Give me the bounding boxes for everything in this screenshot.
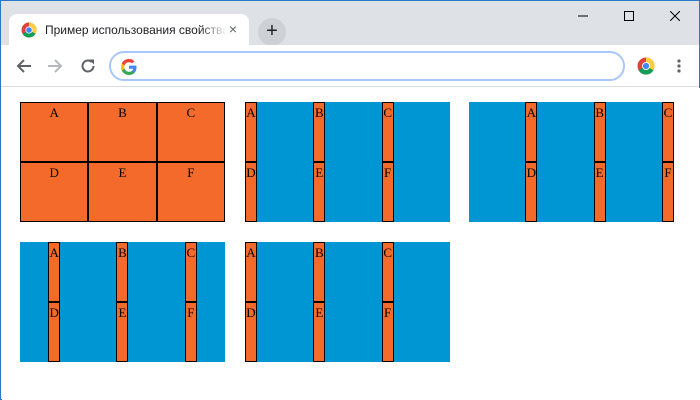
grid-item-f: F bbox=[662, 162, 674, 222]
browser-toolbar bbox=[1, 45, 699, 87]
grid-item-a: A bbox=[245, 102, 257, 162]
page-content: A B C D E F A B C D E F A B C D E F A B … bbox=[2, 88, 700, 400]
grid-item-f: F bbox=[184, 302, 197, 362]
grid-item-b: B bbox=[593, 102, 606, 162]
back-button[interactable] bbox=[12, 54, 36, 78]
grid-item-e: E bbox=[88, 162, 157, 222]
chrome-favicon-icon bbox=[21, 21, 37, 38]
grid-item-c: C bbox=[381, 242, 394, 302]
grid-item-a: A bbox=[20, 102, 89, 162]
grid-item-a: A bbox=[245, 242, 257, 302]
grid-item-e: E bbox=[313, 302, 326, 362]
grid-container-start: A B C D E F bbox=[245, 102, 450, 222]
grid-item-e: E bbox=[313, 162, 326, 222]
grid-item-c: C bbox=[381, 102, 394, 162]
grid-item-f: F bbox=[381, 302, 394, 362]
grid-container-end: A B C D E F bbox=[469, 102, 674, 222]
close-icon bbox=[670, 11, 680, 21]
grid-item-f: F bbox=[156, 162, 225, 222]
grid-container-center: A B C D E F bbox=[20, 242, 225, 362]
browser-window: Пример использования свойства justify-se… bbox=[0, 0, 700, 400]
chrome-extension-icon[interactable] bbox=[637, 57, 655, 75]
forward-button[interactable] bbox=[43, 54, 67, 78]
grid-item-d: D bbox=[245, 162, 257, 222]
grid-item-b: B bbox=[313, 242, 326, 302]
grid-item-b: B bbox=[116, 242, 129, 302]
grid-item-d: D bbox=[20, 162, 89, 222]
address-input[interactable] bbox=[145, 57, 615, 75]
minimize-icon bbox=[578, 15, 588, 17]
grid-item-e: E bbox=[116, 302, 129, 362]
grid-item-b: B bbox=[313, 102, 326, 162]
grid-item-e: E bbox=[593, 162, 606, 222]
grid-item-d: D bbox=[245, 302, 257, 362]
reload-icon bbox=[81, 59, 95, 73]
new-tab-button[interactable]: + bbox=[258, 18, 286, 46]
tab-title: Пример использования свойства justify-se… bbox=[45, 22, 227, 37]
tab-close-icon[interactable]: × bbox=[226, 22, 240, 36]
more-vert-icon bbox=[677, 59, 681, 73]
grid-item-a: A bbox=[48, 242, 61, 302]
grid-item-d: D bbox=[525, 162, 538, 222]
menu-button[interactable] bbox=[669, 56, 689, 76]
grid-item-c: C bbox=[184, 242, 197, 302]
address-bar[interactable] bbox=[109, 51, 625, 81]
grid-container-left: A B C D E F bbox=[245, 242, 450, 362]
maximize-icon bbox=[624, 11, 634, 21]
browser-tab[interactable]: Пример использования свойства justify-se… bbox=[9, 14, 249, 45]
arrow-right-icon bbox=[48, 59, 63, 73]
minimize-button[interactable] bbox=[560, 1, 606, 31]
grid-item-a: A bbox=[525, 102, 538, 162]
grid-item-b: B bbox=[88, 102, 157, 162]
arrow-left-icon bbox=[16, 59, 31, 73]
close-window-button[interactable] bbox=[652, 1, 698, 31]
grid-item-c: C bbox=[662, 102, 674, 162]
grid-item-f: F bbox=[381, 162, 394, 222]
maximize-button[interactable] bbox=[606, 1, 652, 31]
grid-container-stretch: A B C D E F bbox=[20, 102, 225, 222]
grid-item-c: C bbox=[156, 102, 225, 162]
grid-item-d: D bbox=[48, 302, 61, 362]
google-g-icon bbox=[121, 59, 137, 75]
title-bar: Пример использования свойства justify-se… bbox=[1, 1, 699, 46]
reload-button[interactable] bbox=[76, 54, 100, 78]
